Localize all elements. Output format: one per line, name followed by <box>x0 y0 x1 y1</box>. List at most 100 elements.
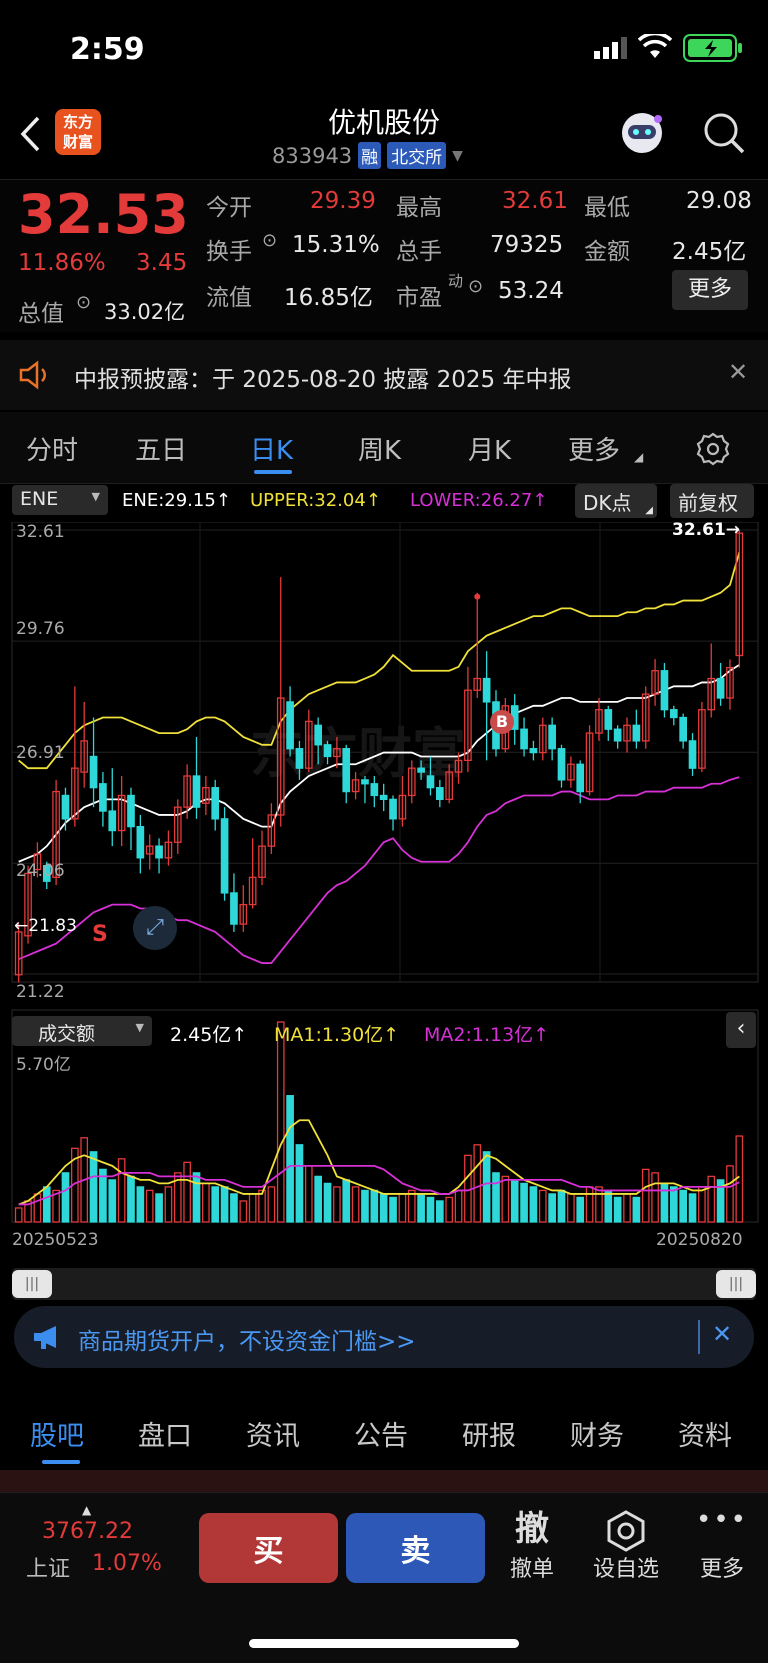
candle <box>155 838 163 874</box>
candle-body <box>604 709 613 730</box>
notice-bar[interactable]: 中报预披露：于 2025-08-20 披露 2025 年中报 ✕ <box>0 340 768 410</box>
tab-finance[interactable]: 财务 <box>570 1414 624 1453</box>
candle-body <box>370 783 379 797</box>
more-dots-icon[interactable]: ••• <box>696 1505 746 1535</box>
candle <box>71 686 79 827</box>
buy-button[interactable]: 买 <box>199 1513 338 1583</box>
info-icon[interactable]: ⊙ <box>262 230 277 251</box>
candle <box>173 799 182 854</box>
home-indicator <box>249 1639 519 1648</box>
dk-point-button[interactable]: DK点 ◢ <box>575 484 657 518</box>
candle <box>698 701 706 773</box>
tab-weekly-k[interactable]: 周K <box>358 430 401 467</box>
volume-bar <box>239 1200 248 1223</box>
stock-code: 833943 <box>272 143 353 168</box>
stock-code-row[interactable]: 833943 融 北交所 ▼ <box>272 142 463 169</box>
high-value: 32.61 <box>502 188 568 214</box>
volume-bar <box>473 1144 482 1223</box>
close-icon[interactable]: ✕ <box>712 1320 732 1348</box>
candle-body <box>127 794 135 828</box>
close-icon[interactable]: ✕ <box>728 358 748 386</box>
period-tabs: 分时 五日 日K 周K 月K 更多 ◢ <box>0 412 768 484</box>
candle <box>108 768 117 847</box>
promo-banner[interactable]: 商品期货开户，不设资金门槛>> ✕ <box>14 1306 754 1368</box>
kline-chart[interactable]: 东方财富 <box>0 522 768 1234</box>
robot-assistant-icon[interactable] <box>618 109 666 157</box>
volume-indicator-selector[interactable]: 成交额 ▼ <box>12 1016 152 1046</box>
tab-news[interactable]: 资讯 <box>246 1414 300 1453</box>
pe-label: 市盈 <box>396 285 442 311</box>
index-value[interactable]: 3767.22 <box>42 1519 133 1544</box>
tab-monthly-k[interactable]: 月K <box>468 430 511 467</box>
lower-value: LOWER:26.27↑ <box>410 490 548 511</box>
kline-chart-area[interactable]: ENE ▼ ENE:29.15↑ UPPER:32.04↑ LOWER:26.2… <box>0 484 768 1250</box>
info-icon[interactable]: ⊙ <box>76 292 91 313</box>
candle <box>623 717 631 753</box>
sell-signal-marker: S <box>92 922 108 947</box>
candle-body <box>342 748 351 793</box>
candle-body <box>529 748 538 754</box>
volume-bar <box>613 1196 622 1223</box>
tab-profile[interactable]: 资料 <box>678 1414 732 1453</box>
up-arrow-icon: ▲ <box>82 1503 92 1517</box>
range-handle-right[interactable]: ||| <box>716 1270 756 1298</box>
change-amount: 3.45 <box>136 250 188 276</box>
pe-value: 53.24 <box>498 278 564 304</box>
cancel-order-label[interactable]: 撤单 <box>502 1551 562 1583</box>
volume-bar <box>398 1193 407 1223</box>
collapse-panel-button[interactable]: ‹ <box>726 1012 756 1048</box>
volume-bar <box>108 1179 117 1223</box>
caret-down-icon: ▼ <box>135 1021 144 1034</box>
tab-more[interactable]: 更多 <box>568 430 620 467</box>
tab-orderbook[interactable]: 盘口 <box>138 1414 192 1453</box>
candle <box>632 709 641 749</box>
candle <box>164 830 173 866</box>
more-quote-button[interactable]: 更多 <box>672 270 748 310</box>
range-handle-left[interactable]: ||| <box>12 1270 52 1298</box>
open-value: 29.39 <box>310 188 376 214</box>
volume-bar <box>361 1189 369 1223</box>
candle-body <box>136 825 145 859</box>
candle <box>80 701 89 788</box>
more-label[interactable]: 更多 <box>692 1551 752 1583</box>
info-icon[interactable]: ⊙ <box>468 276 483 297</box>
sell-button[interactable]: 卖 <box>346 1513 485 1583</box>
cancel-icon[interactable]: 撤 <box>502 1501 562 1550</box>
y-tick-2: 26.91 <box>16 743 65 763</box>
add-favorite-label[interactable]: 设自选 <box>586 1551 666 1583</box>
tab-forum[interactable]: 股吧 <box>30 1414 84 1453</box>
settings-icon[interactable] <box>696 432 730 466</box>
volume-bar <box>538 1189 547 1223</box>
triangle-icon: ◢ <box>634 450 644 464</box>
amount-label: 金额 <box>584 239 630 265</box>
open-label: 今开 <box>206 195 252 221</box>
candle-body <box>716 677 725 699</box>
candle-body <box>379 794 388 801</box>
add-favorite-icon[interactable] <box>604 1509 648 1553</box>
turnover-value: 15.31% <box>292 232 380 258</box>
candle-body <box>155 845 163 859</box>
index-name[interactable]: 上证 <box>26 1551 70 1583</box>
vol-ma1-text: MA1:1.30亿 <box>274 1024 384 1046</box>
last-tag-text: 32.61 <box>672 520 726 540</box>
volume-bar <box>660 1182 669 1223</box>
low-value: 29.08 <box>686 188 752 214</box>
index-change[interactable]: 1.07% <box>92 1551 162 1576</box>
volume-bar <box>389 1196 397 1223</box>
tab-5day[interactable]: 五日 <box>135 430 187 467</box>
volume-value: 2.45亿↑ <box>170 1024 248 1046</box>
tab-announcements[interactable]: 公告 <box>354 1414 408 1453</box>
fullscreen-icon[interactable]: ⤢ <box>133 906 177 950</box>
adjust-button[interactable]: 前复权 <box>670 484 754 518</box>
range-scrollbar[interactable]: ||| ||| <box>12 1268 756 1300</box>
tab-research[interactable]: 研报 <box>462 1414 516 1453</box>
tab-daily-k[interactable]: 日K <box>250 430 293 467</box>
volume-bar <box>501 1175 510 1223</box>
candle <box>585 725 594 796</box>
candle <box>613 725 622 749</box>
search-icon[interactable] <box>702 111 746 155</box>
candle-body <box>417 767 425 773</box>
candle-body <box>89 755 98 789</box>
indicator-selector[interactable]: ENE ▼ <box>12 485 108 515</box>
tab-intraday[interactable]: 分时 <box>26 430 78 467</box>
